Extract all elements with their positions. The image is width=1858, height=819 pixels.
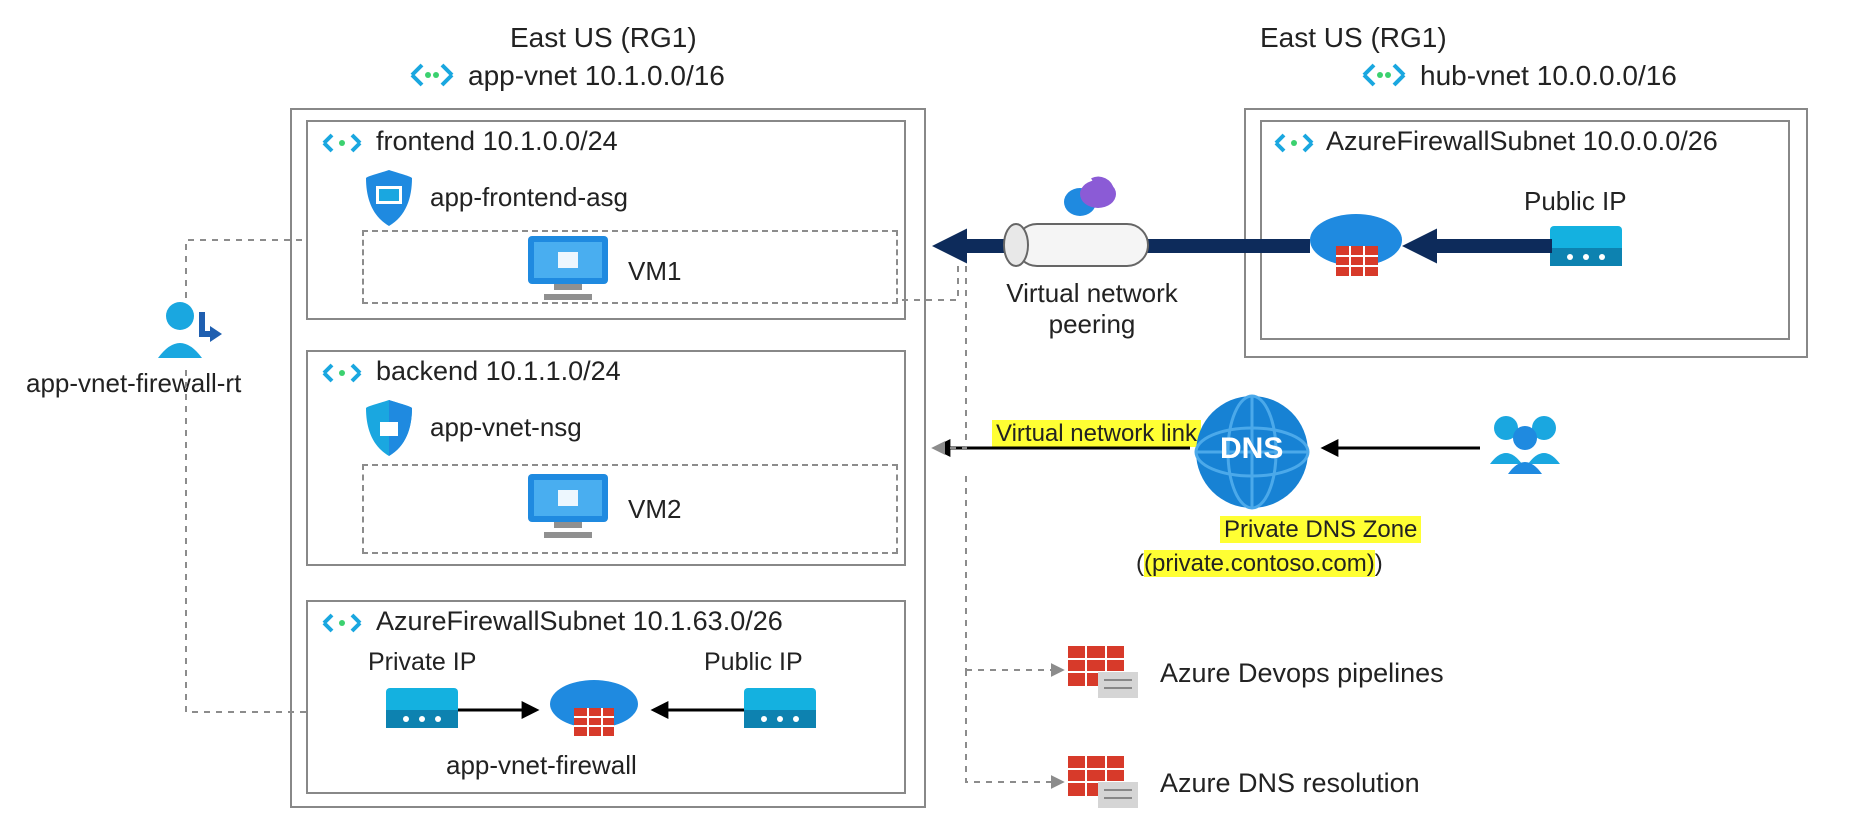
dns-circle-text: DNS	[1220, 432, 1283, 466]
nsg-label: app-vnet-nsg	[430, 412, 582, 443]
dns-res-label: Azure DNS resolution	[1160, 768, 1420, 799]
backend-label: backend 10.1.1.0/24	[376, 356, 621, 387]
region-label-right: East US (RG1)	[1260, 22, 1447, 54]
hub-vnet-label: hub-vnet 10.0.0.0/16	[1420, 60, 1677, 92]
shield-icon	[362, 168, 416, 228]
diagram-canvas: East US (RG1) East US (RG1) app-vnet 10.…	[0, 0, 1858, 819]
hub-fw-subnet-label: AzureFirewallSubnet 10.0.0.0/26	[1326, 126, 1718, 157]
service-brick-icon	[1068, 646, 1148, 700]
region-label-left: East US (RG1)	[510, 22, 697, 54]
peering-icon	[1002, 218, 1162, 272]
ip-icon	[386, 688, 458, 730]
firewall-icon	[546, 674, 642, 742]
globe-icon	[1062, 176, 1120, 220]
app-firewall-label: app-vnet-firewall	[446, 750, 637, 781]
users-icon	[1480, 408, 1570, 478]
private-dns-zone-label: Private DNS Zone	[1220, 516, 1320, 544]
asg-label: app-frontend-asg	[430, 182, 628, 213]
private-dns-domain-label: ((private.contoso.com))	[1136, 550, 1383, 578]
subnet-icon	[320, 128, 364, 158]
shield-icon	[362, 398, 416, 458]
firewall-icon	[1306, 210, 1406, 282]
vm-icon	[524, 470, 612, 540]
subnet-icon	[320, 358, 364, 388]
public-ip-label-right: Public IP	[1524, 186, 1627, 217]
ip-icon	[1550, 226, 1622, 268]
ip-icon	[744, 688, 816, 730]
devops-label: Azure Devops pipelines	[1160, 658, 1444, 689]
vm2-label: VM2	[628, 494, 681, 525]
private-ip-label: Private IP	[368, 648, 476, 677]
subnet-icon	[320, 608, 364, 638]
vm-icon	[524, 232, 612, 302]
vnet-icon	[408, 58, 456, 92]
frontend-label: frontend 10.1.0.0/24	[376, 126, 618, 157]
app-fw-subnet-label: AzureFirewallSubnet 10.1.63.0/26	[376, 606, 783, 637]
vnet-icon	[1360, 58, 1408, 92]
vm1-label: VM1	[628, 256, 681, 287]
service-brick-icon	[1068, 756, 1148, 810]
app-vnet-label: app-vnet 10.1.0.0/16	[468, 60, 725, 92]
public-ip-label-left: Public IP	[704, 648, 803, 677]
subnet-icon	[1272, 128, 1316, 158]
